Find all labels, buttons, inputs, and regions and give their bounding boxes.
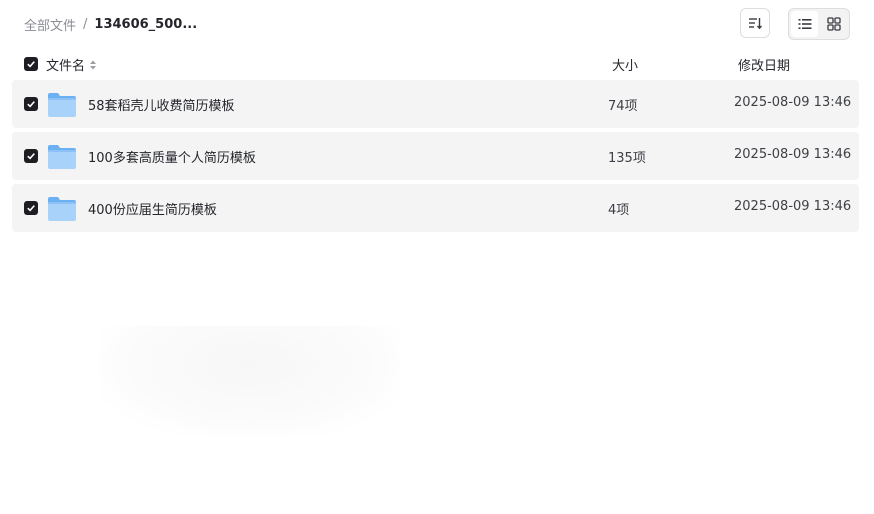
view-mode-toggle (788, 8, 850, 40)
folder-icon (48, 145, 76, 169)
row-name[interactable]: 58套稻壳儿收费简历模板 (88, 95, 235, 114)
empty-area-shadow (100, 326, 400, 436)
breadcrumb: 全部文件 / 134606_500... (24, 14, 197, 34)
row-checkbox[interactable] (24, 97, 38, 111)
checkmark-icon (27, 153, 35, 160)
name-column-label: 文件名 (46, 59, 86, 74)
table-row[interactable]: 400份应届生简历模板 4项 2025-08-09 13:46 (12, 184, 859, 232)
checkmark-icon (27, 101, 35, 108)
breadcrumb-separator: / (83, 16, 88, 32)
row-date: 2025-08-09 13:46 (734, 95, 852, 110)
checkmark-icon (27, 205, 35, 212)
select-all-checkbox[interactable] (24, 57, 38, 71)
size-column-header[interactable]: 大小 (612, 55, 638, 74)
row-checkbox[interactable] (24, 149, 38, 163)
row-name[interactable]: 100多套高质量个人简历模板 (88, 147, 256, 166)
breadcrumb-current-folder: 134606_500... (94, 16, 198, 32)
table-row[interactable]: 100多套高质量个人简历模板 135项 2025-08-09 13:46 (12, 132, 859, 180)
row-size: 74项 (608, 99, 638, 114)
breadcrumb-root-link[interactable]: 全部文件 (24, 15, 76, 34)
date-column-header[interactable]: 修改日期 (738, 55, 790, 74)
sort-icon (749, 18, 762, 30)
row-size: 135项 (608, 151, 646, 166)
list-view-button[interactable] (791, 11, 818, 37)
list-view-icon (798, 19, 811, 29)
table-row[interactable]: 58套稻壳儿收费简历模板 74项 2025-08-09 13:46 (12, 80, 859, 128)
row-name[interactable]: 400份应届生简历模板 (88, 199, 217, 218)
row-checkbox[interactable] (24, 201, 38, 215)
name-column-header[interactable]: 文件名 (46, 55, 97, 74)
sort-toggle-icon (90, 60, 97, 69)
grid-view-button[interactable] (820, 11, 847, 37)
checkmark-icon (27, 61, 35, 68)
row-size: 4项 (608, 203, 630, 218)
sort-button[interactable] (740, 8, 770, 38)
table-header: 文件名 大小 修改日期 (24, 54, 860, 74)
folder-icon (48, 93, 76, 117)
grid-view-icon (826, 17, 841, 31)
row-date: 2025-08-09 13:46 (734, 199, 852, 214)
row-date: 2025-08-09 13:46 (734, 147, 852, 162)
folder-icon (48, 197, 76, 221)
